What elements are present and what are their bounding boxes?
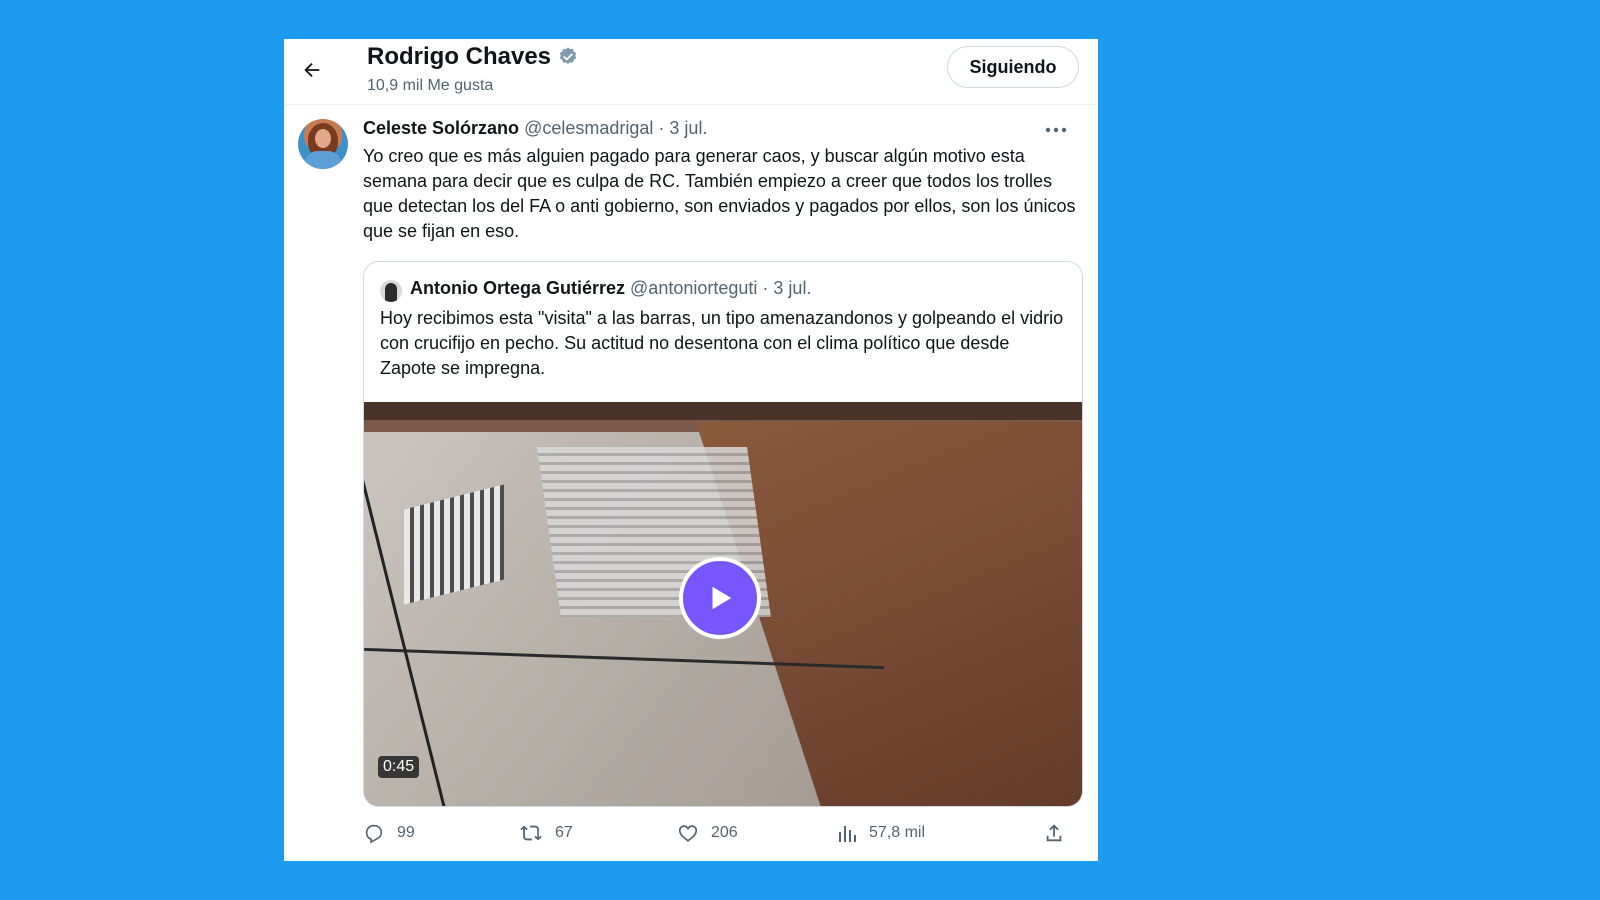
retweet-button[interactable]: 67 — [519, 819, 573, 847]
video-duration: 0:45 — [378, 756, 420, 778]
like-button[interactable]: 206 — [677, 819, 738, 847]
more-options-button[interactable] — [1042, 119, 1070, 141]
quoted-tweet[interactable]: Antonio Ortega Gutiérrez @antoniorteguti… — [363, 261, 1083, 807]
tweet-card: Rodrigo Chaves 10,9 mil Me gusta Siguien… — [284, 39, 1098, 861]
tweet-header: Celeste Solórzano @celesmadrigal · 3 jul… — [363, 118, 707, 139]
tweet-text: Yo creo que es más alguien pagado para g… — [363, 146, 1076, 241]
action-bar: 99 67 206 57,8 mil — [363, 819, 1083, 847]
quoted-tweet-date: 3 jul. — [773, 278, 812, 298]
quoted-author-handle: @antoniorteguti — [630, 278, 758, 298]
quoted-tweet-header: Antonio Ortega Gutiérrez @antoniorteguti… — [410, 278, 811, 299]
back-arrow-icon — [304, 62, 320, 78]
play-button[interactable] — [679, 557, 761, 639]
views-button[interactable]: 57,8 mil — [837, 819, 925, 847]
share-button[interactable] — [1043, 819, 1065, 847]
quoted-tweet-text: Hoy recibimos esta "visita" a las barras… — [380, 308, 1064, 378]
quoted-avatar — [380, 280, 402, 302]
retweet-count: 67 — [555, 824, 573, 841]
profile-header: Rodrigo Chaves 10,9 mil Me gusta Siguien… — [284, 39, 1098, 105]
retweet-icon — [520, 825, 542, 841]
back-button[interactable] — [294, 52, 330, 88]
profile-title: Rodrigo Chaves — [367, 43, 579, 71]
tweet-date[interactable]: 3 jul. — [669, 118, 707, 138]
verified-badge-icon — [559, 47, 577, 65]
avatar[interactable] — [298, 119, 348, 169]
views-icon — [839, 826, 856, 842]
separator: · — [762, 278, 769, 298]
reply-icon — [365, 824, 383, 844]
separator: · — [658, 118, 665, 138]
video-player[interactable]: 0:45 — [364, 402, 1082, 806]
quoted-author-name: Antonio Ortega Gutiérrez — [410, 278, 626, 298]
share-icon — [1046, 824, 1062, 842]
profile-likes-count: 10,9 mil Me gusta — [367, 77, 494, 94]
like-count: 206 — [711, 824, 738, 841]
profile-name: Rodrigo Chaves — [367, 43, 552, 70]
reply-count: 99 — [397, 824, 415, 841]
more-options-icon — [1045, 127, 1067, 133]
reply-button[interactable]: 99 — [363, 819, 415, 847]
author-name[interactable]: Celeste Solórzano — [363, 118, 519, 138]
views-count: 57,8 mil — [869, 824, 926, 841]
following-button[interactable]: Siguiendo — [947, 46, 1079, 88]
play-icon — [712, 586, 732, 610]
author-handle[interactable]: @celesmadrigal — [524, 118, 653, 138]
like-icon — [678, 825, 698, 842]
